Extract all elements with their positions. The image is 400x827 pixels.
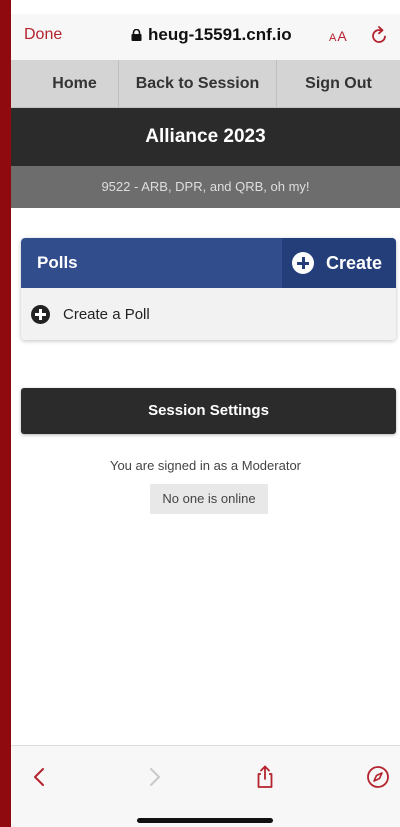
share-icon[interactable] bbox=[252, 764, 278, 790]
create-a-poll-label: Create a Poll bbox=[63, 305, 150, 323]
reload-icon[interactable] bbox=[367, 24, 391, 48]
session-name: 9522 - ARB, DPR, and QRB, oh my! bbox=[11, 166, 400, 208]
back-icon[interactable] bbox=[27, 764, 53, 790]
create-a-poll-item[interactable]: Create a Poll bbox=[21, 288, 396, 340]
url-text: heug-15591.cnf.io bbox=[148, 25, 292, 44]
polls-header: Polls Create bbox=[21, 238, 396, 288]
home-indicator bbox=[137, 818, 273, 823]
site-nav: Home Back to Session Sign Out bbox=[11, 60, 400, 108]
create-poll-button[interactable]: Create bbox=[282, 238, 396, 288]
signed-in-text: You are signed in as a Moderator bbox=[109, 458, 302, 473]
plus-circle-icon bbox=[31, 304, 50, 324]
page-title: Alliance 2023 bbox=[11, 108, 400, 166]
screen: Done heug-15591.cnf.io AA Home Back to S… bbox=[11, 0, 400, 827]
polls-title: Polls bbox=[37, 253, 78, 272]
text-size-button[interactable]: AA bbox=[329, 28, 348, 44]
online-status: No one is online bbox=[150, 484, 268, 514]
browser-toolbar bbox=[11, 745, 400, 827]
session-settings-button[interactable]: Session Settings bbox=[21, 388, 396, 434]
lock-icon bbox=[131, 29, 142, 41]
nav-back-to-session[interactable]: Back to Session bbox=[119, 60, 277, 107]
compass-icon[interactable] bbox=[365, 764, 391, 790]
nav-sign-out[interactable]: Sign Out bbox=[277, 60, 400, 107]
forward-icon[interactable] bbox=[141, 764, 167, 790]
create-label: Create bbox=[326, 252, 383, 273]
address-bar[interactable]: heug-15591.cnf.io bbox=[131, 25, 292, 45]
plus-circle-icon bbox=[292, 252, 314, 274]
browser-top-bar: Done heug-15591.cnf.io AA bbox=[11, 14, 400, 60]
nav-home[interactable]: Home bbox=[11, 60, 119, 107]
polls-card: Polls Create Create a Poll bbox=[21, 238, 396, 340]
done-button[interactable]: Done bbox=[24, 26, 62, 44]
